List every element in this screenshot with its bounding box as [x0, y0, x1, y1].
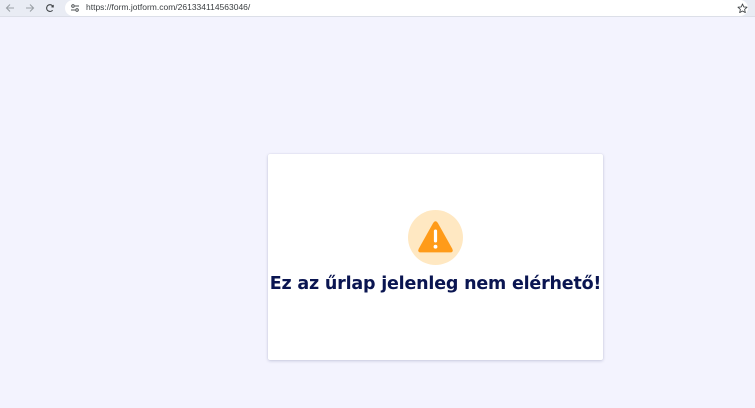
back-button[interactable]: [2, 0, 18, 16]
url-text[interactable]: https://form.jotform.com/261334114563046…: [86, 2, 250, 12]
warning-icon-badge: [408, 210, 463, 265]
site-settings-icon[interactable]: [70, 3, 80, 13]
arrow-right-icon: [26, 4, 35, 12]
warning-icon: [418, 221, 453, 253]
unavailable-form-card: Ez az űrlap jelenleg nem elérhető!: [268, 154, 603, 360]
bookmark-star-button[interactable]: [735, 1, 749, 15]
address-bar[interactable]: https://form.jotform.com/261334114563046…: [65, 0, 748, 16]
unavailable-message-title: Ez az űrlap jelenleg nem elérhető!: [269, 274, 602, 294]
browser-toolbar: https://form.jotform.com/261334114563046…: [0, 0, 755, 17]
forward-button[interactable]: [22, 0, 38, 16]
reload-button[interactable]: [42, 0, 58, 16]
arrow-left-icon: [5, 4, 14, 12]
star-icon: [737, 3, 747, 13]
reload-icon: [46, 4, 54, 13]
